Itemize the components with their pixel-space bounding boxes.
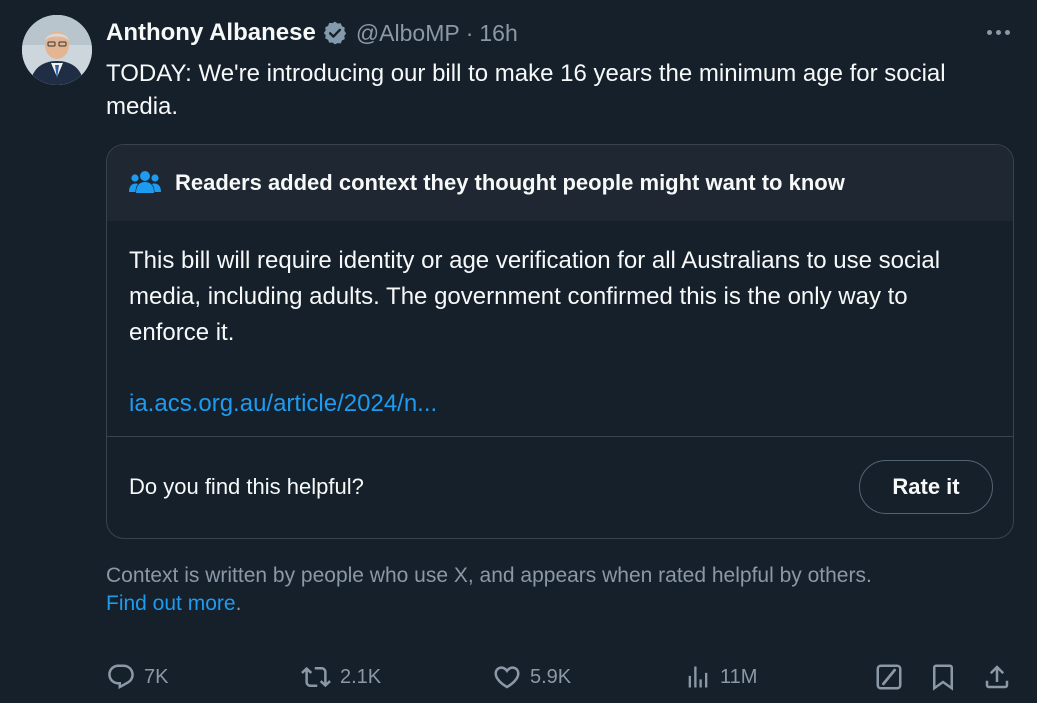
community-note-title: Readers added context they thought peopl…	[175, 170, 845, 195]
users-icon	[129, 169, 161, 197]
views-count: 11M	[720, 665, 758, 688]
more-options-icon[interactable]	[983, 22, 1013, 42]
community-note-header: Readers added context they thought peopl…	[107, 145, 1013, 221]
avatar[interactable]	[22, 15, 92, 85]
context-info: Context is written by people who use X, …	[106, 562, 1006, 618]
user-handle[interactable]: @AlboMP	[356, 20, 460, 47]
heart-icon	[492, 662, 522, 692]
grok-icon	[874, 662, 904, 692]
tweet-header: Anthony Albanese @AlboMP · 16h	[106, 18, 518, 48]
bookmark-button[interactable]	[928, 656, 958, 698]
share-icon	[982, 662, 1012, 692]
like-button[interactable]: 5.9K	[492, 656, 571, 698]
views-button[interactable]: 11M	[684, 656, 757, 698]
bookmark-icon	[928, 662, 958, 692]
reply-button[interactable]: 7K	[106, 656, 168, 698]
timestamp[interactable]: 16h	[479, 20, 517, 47]
community-note: Readers added context they thought peopl…	[106, 144, 1014, 539]
repost-button[interactable]: 2.1K	[300, 656, 381, 698]
helpful-question: Do you find this helpful?	[129, 473, 364, 499]
context-info-suffix: .	[235, 592, 242, 615]
repost-count: 2.1K	[340, 665, 382, 688]
context-info-text: Context is written by people who use X, …	[106, 564, 872, 587]
find-out-more-link[interactable]: Find out more	[106, 592, 236, 615]
community-note-footer: Do you find this helpful? Rate it	[107, 437, 1013, 536]
community-note-source-link[interactable]: ia.acs.org.au/article/2024/n...	[129, 390, 437, 418]
like-count: 5.9K	[530, 665, 572, 688]
reply-icon	[106, 662, 136, 692]
analytics-icon	[684, 662, 712, 692]
community-note-body: This bill will require identity or age v…	[107, 221, 1013, 437]
verified-badge-icon[interactable]	[322, 20, 348, 46]
tweet-text: TODAY: We're introducing our bill to mak…	[106, 60, 946, 120]
rate-it-button[interactable]: Rate it	[859, 459, 993, 514]
repost-icon	[300, 662, 332, 692]
grok-button[interactable]	[874, 656, 904, 698]
separator-dot: ·	[465, 19, 474, 46]
community-note-text: This bill will require identity or age v…	[129, 247, 941, 346]
display-name[interactable]: Anthony Albanese	[106, 19, 316, 47]
share-button[interactable]	[982, 656, 1012, 698]
reply-count: 7K	[144, 665, 169, 688]
action-bar: 7K 2.1K 5.9K 11M	[106, 656, 1018, 698]
